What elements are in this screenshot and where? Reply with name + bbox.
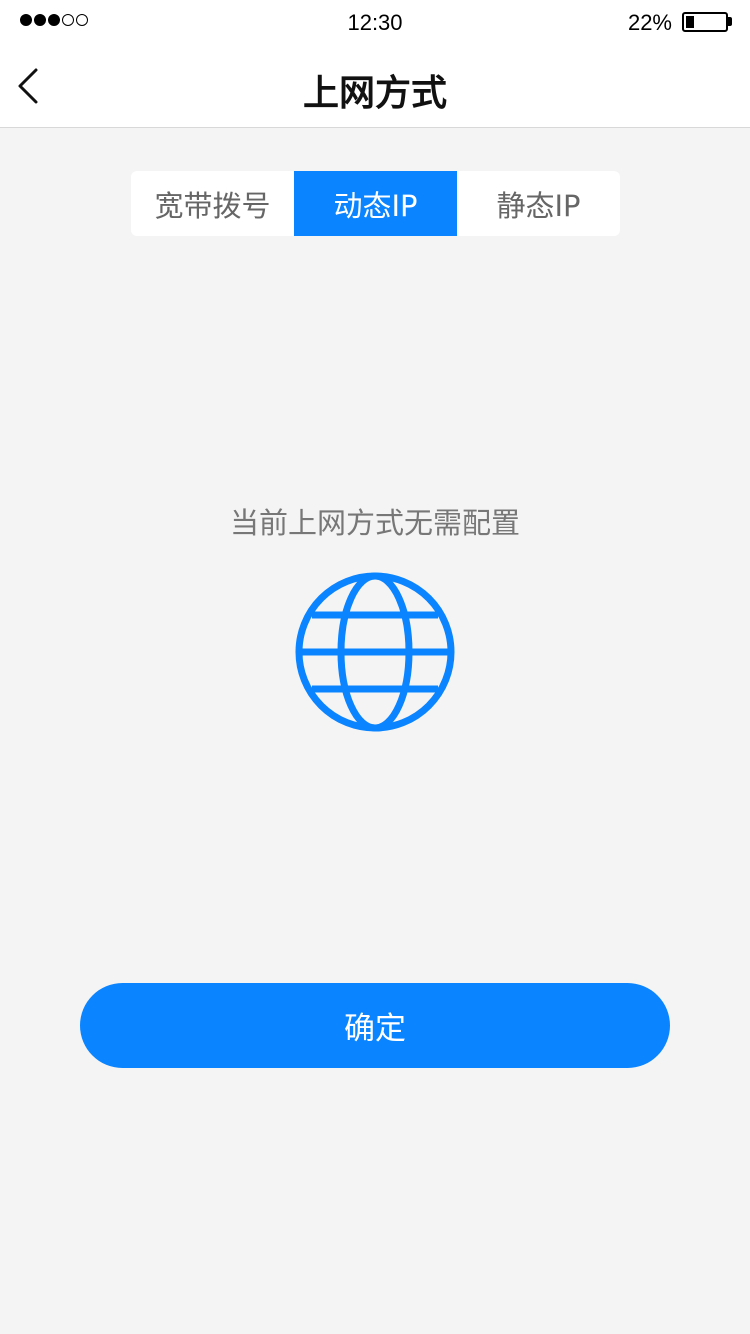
battery-fill [686,16,694,28]
battery-tip [728,17,732,26]
tab-pppoe[interactable]: 宽带拨号 [131,171,294,236]
confirm-button[interactable]: 确定 [80,983,670,1068]
screen: 12:30 22% 上网方式 宽带拨号 动态IP 静态IP 当前上网方式无需配置… [0,0,750,1334]
status-bar: 12:30 22% [0,0,750,46]
connection-type-tabs: 宽带拨号 动态IP 静态IP [131,171,620,236]
nav-bar: 上网方式 [0,46,750,128]
page-title: 上网方式 [302,73,447,114]
battery-icon [682,12,728,32]
tab-dynamic-ip[interactable]: 动态IP [294,171,457,236]
globe-icon [295,572,455,732]
tab-static-ip[interactable]: 静态IP [457,171,620,236]
battery-percent: 22% [627,10,672,35]
no-config-message: 当前上网方式无需配置 [229,506,520,540]
